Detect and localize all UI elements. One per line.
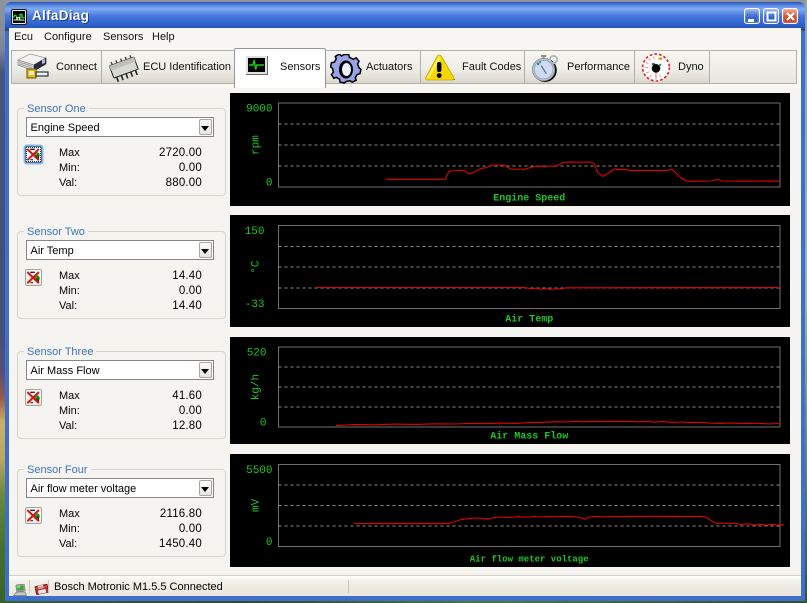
svg-text:5500: 5500 (246, 465, 272, 477)
svg-text:rpm: rpm (251, 135, 263, 155)
svg-text:Air flow meter voltage: Air flow meter voltage (470, 555, 589, 565)
svg-text:Air Temp: Air Temp (505, 314, 553, 326)
svg-text:Air Mass Flow: Air Mass Flow (490, 431, 568, 443)
svg-text:150: 150 (245, 226, 265, 238)
svg-text:Engine Speed: Engine Speed (493, 193, 565, 205)
svg-text:520: 520 (247, 348, 267, 360)
svg-text:0: 0 (266, 537, 273, 549)
svg-text:-33: -33 (245, 299, 265, 311)
svg-text:9000: 9000 (246, 104, 272, 116)
svg-text:°C: °C (251, 260, 263, 274)
svg-text:mV: mV (251, 498, 263, 512)
svg-text:0: 0 (260, 418, 267, 430)
svg-text:kg/h: kg/h (251, 374, 263, 400)
svg-text:0: 0 (266, 178, 273, 190)
